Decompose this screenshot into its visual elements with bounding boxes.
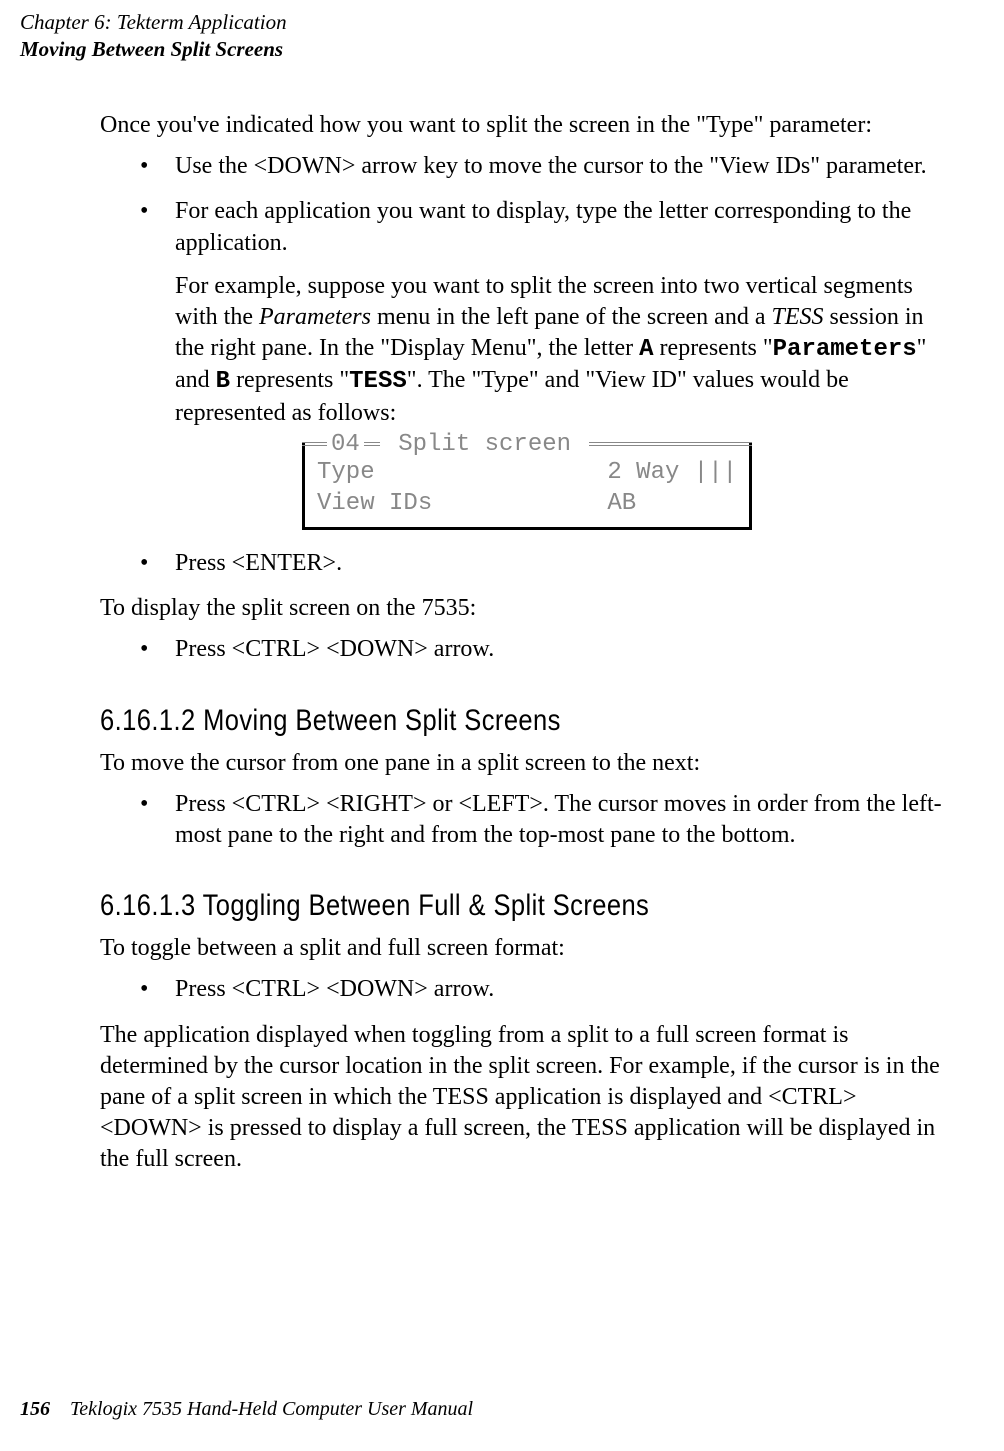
list-item-text: Press <CTRL> <DOWN> arrow. — [175, 636, 494, 662]
list-item: Press <CTRL> <DOWN> arrow. — [140, 974, 954, 1005]
list-item: Press <ENTER>. — [140, 548, 954, 579]
text-run: represents " — [230, 367, 349, 393]
terminal-legend-line — [364, 442, 380, 446]
list-item-text: Press <CTRL> <RIGHT> or <LEFT>. The curs… — [175, 791, 942, 848]
paragraph: The application displayed when toggling … — [100, 1020, 954, 1176]
list-item: Press <CTRL> <RIGHT> or <LEFT>. The curs… — [140, 789, 954, 851]
bullet-list-3: Press <CTRL> <DOWN> arrow. — [140, 634, 954, 665]
list-item: For each application you want to display… — [140, 196, 954, 428]
bullet-list-1: Use the <DOWN> arrow key to move the cur… — [140, 151, 954, 429]
text-mono: Parameters — [773, 336, 917, 363]
bullet-list-5: Press <CTRL> <DOWN> arrow. — [140, 974, 954, 1005]
terminal-row: Type 2 Way ||| — [317, 457, 737, 488]
terminal-row: View IDs AB — [317, 488, 737, 519]
list-item-text: Use the <DOWN> arrow key to move the cur… — [175, 153, 927, 179]
text-italic: TESS — [771, 304, 823, 330]
text-mono: A — [639, 336, 653, 363]
terminal-label: Type — [317, 457, 375, 488]
section-heading-moving: 6.16.1.2 Moving Between Split Screens — [100, 701, 826, 740]
list-item-text: For each application you want to display… — [175, 198, 911, 255]
header-chapter: Chapter 6: Tekterm Application — [20, 10, 954, 35]
text-mono: B — [216, 368, 230, 395]
text-run: menu in the left pane of the screen and … — [371, 304, 772, 330]
text-italic: Parameters — [259, 304, 371, 330]
section-heading-toggling: 6.16.1.3 Toggling Between Full & Split S… — [100, 886, 826, 925]
text-mono: TESS — [349, 368, 407, 395]
terminal-label: View IDs — [317, 488, 432, 519]
paragraph: To toggle between a split and full scree… — [100, 933, 954, 964]
bullet-list-2: Press <ENTER>. — [140, 548, 954, 579]
terminal-legend-title: Split screen — [380, 429, 590, 460]
terminal-screen-box: 04 Split screen Type 2 Way ||| View IDs … — [302, 443, 752, 530]
terminal-value: AB — [607, 488, 737, 519]
page-number: 156 — [20, 1398, 50, 1420]
footer-manual-title: Teklogix 7535 Hand-Held Computer User Ma… — [70, 1398, 473, 1420]
text-run: represents " — [654, 335, 773, 361]
bullet-list-4: Press <CTRL> <RIGHT> or <LEFT>. The curs… — [140, 789, 954, 851]
list-item: Use the <DOWN> arrow key to move the cur… — [140, 151, 954, 182]
list-item-subparagraph: For example, suppose you want to split t… — [175, 271, 954, 429]
terminal-legend: 04 Split screen — [302, 429, 752, 460]
page-content: Once you've indicated how you want to sp… — [100, 110, 954, 1176]
paragraph: To display the split screen on the 7535: — [100, 593, 954, 624]
list-item-text: Press <CTRL> <DOWN> arrow. — [175, 976, 494, 1002]
terminal-value: 2 Way ||| — [607, 457, 737, 488]
terminal-legend-num: 04 — [327, 429, 364, 460]
terminal-legend-line — [302, 442, 327, 446]
list-item-text: Press <ENTER>. — [175, 550, 342, 576]
list-item: Press <CTRL> <DOWN> arrow. — [140, 634, 954, 665]
paragraph: To move the cursor from one pane in a sp… — [100, 748, 954, 779]
page-footer: 156 Teklogix 7535 Hand-Held Computer Use… — [20, 1398, 473, 1421]
intro-paragraph: Once you've indicated how you want to sp… — [100, 110, 954, 141]
header-section-title: Moving Between Split Screens — [20, 37, 954, 62]
terminal-legend-line — [589, 442, 752, 446]
